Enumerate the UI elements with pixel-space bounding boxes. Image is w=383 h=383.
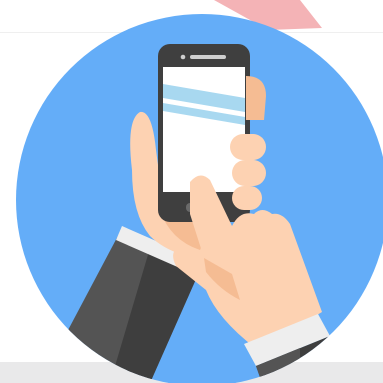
finger-1 <box>230 134 266 160</box>
phone-speaker-icon <box>190 55 226 59</box>
phone-camera-icon <box>180 54 186 60</box>
illustration-canvas <box>0 0 383 383</box>
finger-3 <box>232 186 262 210</box>
smartphone-hand-illustration <box>16 0 383 383</box>
finger-2 <box>232 160 266 186</box>
